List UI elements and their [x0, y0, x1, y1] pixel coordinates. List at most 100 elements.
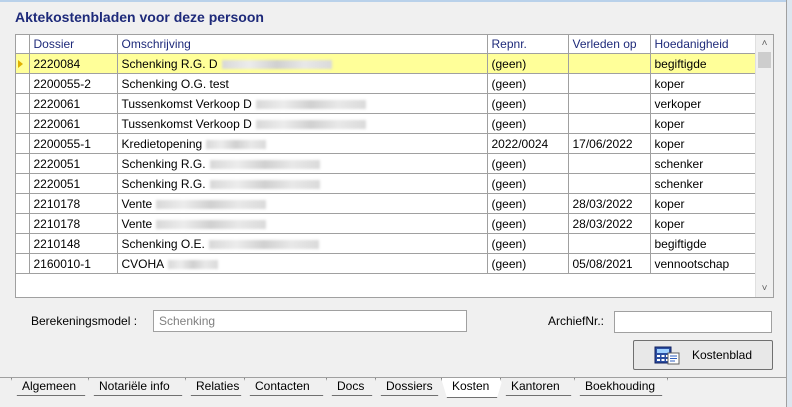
tab-contacten[interactable]: Contacten	[244, 378, 329, 396]
table-row[interactable]: 2200055-2 Schenking O.G. test (geen) koper	[16, 73, 757, 94]
tab-kantoren[interactable]: Kantoren	[500, 378, 577, 396]
column-header-dossier[interactable]: Dossier	[29, 35, 118, 54]
table-row[interactable]: 2220061 Tussenkomst Verkoop D (geen) verkop…	[16, 93, 757, 114]
tab-docs[interactable]: Docs	[326, 378, 378, 396]
scroll-up-arrow-icon[interactable]: ˄	[756, 35, 773, 52]
row-indicator	[16, 73, 30, 94]
omschrijving-cell: Schenking O.E.	[117, 233, 488, 254]
verleden-op-cell: 28/03/2022	[568, 213, 651, 234]
omschrijving-cell-text: Kredietopening	[121, 136, 203, 151]
dossier-cell: 2220061	[29, 93, 118, 114]
hoedanigheid-cell: koper	[650, 193, 757, 214]
omschrijving-cell: Tussenkomst Verkoop D	[117, 113, 488, 134]
row-indicator	[16, 173, 30, 194]
aktekosten-grid[interactable]: Dossier Omschrijving Repnr. Verleden op …	[15, 34, 774, 298]
hoedanigheid-cell-text: schenker	[654, 156, 704, 171]
repnr-cell-text: (geen)	[491, 76, 527, 91]
calculator-icon	[654, 346, 680, 365]
window-top-border	[0, 0, 792, 2]
verleden-op-cell: 28/03/2022	[568, 193, 651, 214]
verleden-op-cell	[568, 173, 651, 194]
tab-kosten[interactable]: Kosten	[441, 378, 503, 398]
table-row[interactable]: 2200055-1 Kredietopening 2022/0024 17/06/20…	[16, 133, 757, 154]
verleden-op-cell: 17/06/2022	[568, 133, 651, 154]
verleden-op-cell	[568, 93, 651, 114]
hoedanigheid-cell-text: koper	[654, 76, 685, 91]
table-row[interactable]: 2210148 Schenking O.E. (geen) begiftigde	[16, 233, 757, 254]
verleden-op-cell-text: 17/06/2022	[572, 136, 633, 151]
repnr-cell: (geen)	[487, 53, 569, 74]
repnr-cell-text: (geen)	[491, 196, 527, 211]
omschrijving-cell: Schenking R.G.	[117, 153, 488, 174]
repnr-cell-text: (geen)	[491, 236, 527, 251]
omschrijving-cell: Vente	[117, 213, 488, 234]
tab-boekhouding[interactable]: Boekhouding	[574, 378, 668, 396]
tab-label: Dossiers	[386, 379, 433, 393]
omschrijving-cell-text: Schenking O.E.	[121, 236, 205, 251]
omschrijving-cell: Kredietopening	[117, 133, 488, 154]
tab-algemeen[interactable]: Algemeen	[11, 378, 91, 396]
verleden-op-cell	[568, 113, 651, 134]
repnr-cell-text: (geen)	[491, 116, 527, 131]
table-row[interactable]: 2220061 Tussenkomst Verkoop D (geen) koper	[16, 113, 757, 134]
berekeningsmodel-field[interactable]	[153, 310, 467, 332]
table-row[interactable]: 2220051 Schenking R.G. (geen) schenker	[16, 153, 757, 174]
dossier-cell: 2220051	[29, 173, 118, 194]
omschrijving-cell-text: Tussenkomst Verkoop D	[121, 116, 252, 131]
omschrijving-cell-text: Vente	[121, 216, 153, 231]
dossier-cell: 2220051	[29, 153, 118, 174]
omschrijving-cell-text: Schenking R.G.	[121, 176, 206, 191]
redacted-name	[255, 99, 366, 109]
hoedanigheid-cell: koper	[650, 133, 757, 154]
column-header-verleden-op[interactable]: Verleden op	[568, 35, 651, 54]
grid-table: Dossier Omschrijving Repnr. Verleden op …	[16, 35, 757, 274]
verleden-op-cell-text: 28/03/2022	[572, 216, 633, 231]
hoedanigheid-cell: koper	[650, 213, 757, 234]
dossier-cell-text: 2220051	[33, 156, 81, 171]
column-header-repnr[interactable]: Repnr.	[487, 35, 569, 54]
omschrijving-cell-text: Schenking R.G.	[121, 156, 206, 171]
hoedanigheid-cell-text: begiftigde	[654, 56, 707, 71]
hoedanigheid-cell-text: begiftigde	[654, 236, 707, 251]
row-indicator	[16, 193, 30, 214]
table-row[interactable]: 2160010-1 CVOHA (geen) 05/08/2021 vennootsch…	[16, 253, 757, 274]
verleden-op-cell	[568, 53, 651, 74]
omschrijving-cell: Schenking R.G. D	[117, 53, 488, 74]
table-row[interactable]: 2220084 Schenking R.G. D (geen) begiftigde	[16, 53, 757, 74]
tab-label: Relaties	[196, 379, 240, 393]
omschrijving-cell-text: Vente	[121, 196, 153, 211]
tab-label: Kantoren	[511, 379, 560, 393]
kostenblad-button[interactable]: Kostenblad	[633, 340, 773, 370]
repnr-cell: (geen)	[487, 73, 569, 94]
table-row[interactable]: 2210178 Vente (geen) 28/03/2022 koper	[16, 213, 757, 234]
tab-dossiers[interactable]: Dossiers	[375, 378, 444, 396]
repnr-cell: (geen)	[487, 113, 569, 134]
dossier-cell: 2200055-2	[29, 73, 118, 94]
tab-notari-le-info[interactable]: Notariële info	[88, 378, 188, 396]
berekeningsmodel-label: Berekeningsmodel :	[31, 314, 138, 328]
tab-relaties[interactable]: Relaties	[185, 378, 247, 396]
panel-title: Aktekostenbladen voor deze persoon	[15, 9, 264, 25]
redacted-name	[221, 59, 332, 69]
hoedanigheid-cell-text: vennootschap	[654, 256, 730, 271]
verleden-op-cell-text: 05/08/2021	[572, 256, 633, 271]
hoedanigheid-cell: vennootschap	[650, 253, 757, 274]
table-row[interactable]: 2210178 Vente (geen) 28/03/2022 koper	[16, 193, 757, 214]
dossier-cell: 2210148	[29, 233, 118, 254]
repnr-cell-text: (geen)	[491, 256, 527, 271]
column-header-hoedanigheid[interactable]: Hoedanigheid	[650, 35, 757, 54]
dossier-cell: 2220084	[29, 53, 118, 74]
vertical-scrollbar[interactable]: ˄ ˅	[755, 35, 773, 297]
hoedanigheid-cell-text: verkoper	[654, 96, 702, 111]
repnr-cell-text: (geen)	[491, 176, 527, 191]
scroll-thumb[interactable]	[758, 52, 771, 68]
table-row[interactable]: 2220051 Schenking R.G. (geen) schenker	[16, 173, 757, 194]
omschrijving-cell: Schenking R.G.	[117, 173, 488, 194]
scroll-down-arrow-icon[interactable]: ˅	[756, 280, 773, 297]
tab-label: Kosten	[452, 379, 490, 393]
column-header-omschrijving[interactable]: Omschrijving	[117, 35, 488, 54]
dossier-cell-text: 2200055-1	[33, 136, 91, 151]
redacted-name	[156, 199, 267, 209]
dossier-cell: 2160010-1	[29, 253, 118, 274]
archiefnr-field[interactable]	[614, 311, 772, 333]
